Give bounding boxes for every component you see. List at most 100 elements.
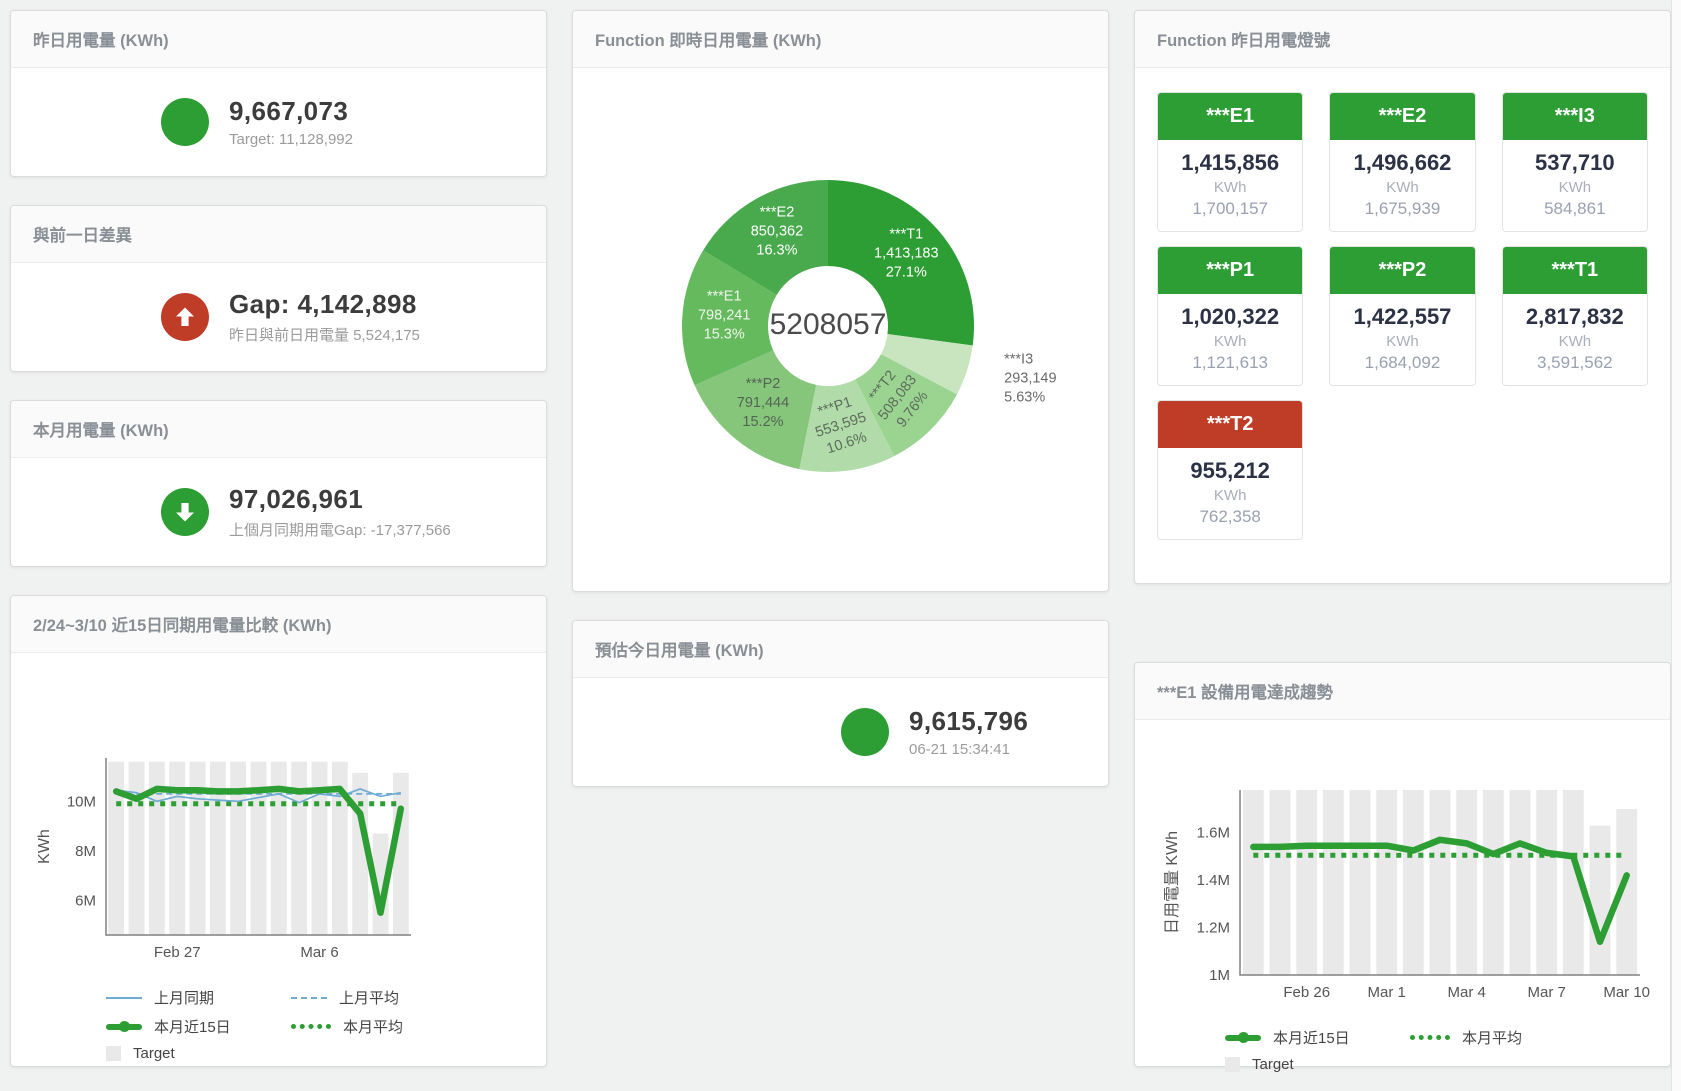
tile-body: 537,710KWh584,861 [1503, 140, 1647, 231]
tile-value: 955,212 [1162, 458, 1298, 484]
y-tick-label: 1M [1209, 967, 1230, 984]
donut-chart[interactable]: ***T11,413,18327.1%***I3293,1495.63%***T… [573, 68, 1108, 592]
legend-marker-thick [1225, 1035, 1261, 1041]
tile-value: 2,817,832 [1507, 304, 1643, 330]
tile-unit: KWh [1334, 333, 1470, 350]
lights-tile-i3: ***I3537,710KWh584,861 [1502, 92, 1648, 232]
panel-header[interactable]: 本月用電量 (KWh) [11, 401, 546, 458]
compare-chart[interactable]: 6M8M10MFeb 27Mar 6KWh [11, 653, 546, 983]
y-tick-label: 1.2M [1197, 920, 1230, 937]
panel-title: 2/24~3/10 近15日同期用電量比較 (KWh) [33, 612, 331, 636]
legend-label: 本月平均 [343, 1016, 403, 1037]
status-circle-green [161, 488, 209, 536]
card-month-usage: 本月用電量 (KWh) 97,026,961 上個月同期用電Gap: -17,3… [10, 400, 547, 567]
stat-row: 9,667,073 Target: 11,128,992 [11, 68, 546, 176]
legend-item[interactable]: 上月平均 [291, 987, 476, 1008]
panel-header[interactable]: Function 昨日用電燈號 [1135, 11, 1670, 68]
legend-label: 上月平均 [339, 987, 399, 1008]
tile-target-value: 1,684,092 [1334, 353, 1470, 373]
legend-label: 上月同期 [154, 987, 214, 1008]
legend-item[interactable]: Target [106, 1045, 291, 1062]
legend-item[interactable]: 本月近15日 [1225, 1027, 1410, 1048]
stat-row: 9,615,796 06-21 15:34:41 [573, 678, 1108, 786]
status-circle-green [841, 708, 889, 756]
tile-unit: KWh [1162, 333, 1298, 350]
tile-body: 1,496,662KWh1,675,939 [1330, 140, 1474, 231]
compare-legend: 上月同期 上月平均本月近15日 本月平均 Target [106, 987, 546, 1062]
tile-target-value: 1,700,157 [1162, 199, 1298, 219]
x-tick-label: Mar 1 [1368, 984, 1406, 1001]
tile-header: ***P1 [1158, 247, 1302, 294]
panel-header[interactable]: 與前一日差異 [11, 206, 546, 263]
panel-header[interactable]: 2/24~3/10 近15日同期用電量比較 (KWh) [11, 596, 546, 653]
stat-value: 97,026,961 [229, 484, 451, 515]
stat-row: 97,026,961 上個月同期用電Gap: -17,377,566 [11, 458, 546, 566]
arrow-up-icon [172, 304, 198, 330]
x-tick-label: Mar 6 [300, 944, 338, 961]
tile-body: 2,817,832 KWh 3,591,562 [1503, 294, 1647, 385]
arrow-down-icon [172, 499, 198, 525]
tile-unit: KWh [1162, 487, 1298, 504]
legend-label: 本月近15日 [1273, 1027, 1350, 1048]
panel-title: Function 即時日用電量 (KWh) [595, 27, 821, 51]
trend-chart[interactable]: 1M1.2M1.4M1.6MFeb 26Mar 1Mar 4Mar 7Mar 1… [1135, 720, 1670, 1025]
tile-target-value: 584,861 [1507, 199, 1643, 219]
x-tick-label: Mar 10 [1603, 984, 1650, 1001]
legend-marker-dashed [291, 997, 327, 999]
y-tick-label: 10M [67, 793, 96, 810]
card-compare-chart: 2/24~3/10 近15日同期用電量比較 (KWh) 6M8M10MFeb 2… [10, 595, 547, 1067]
page-scrollbar[interactable] [1671, 0, 1681, 1091]
stat-value: 9,615,796 [909, 706, 1028, 737]
legend-marker-thin [106, 997, 142, 999]
panel-header[interactable]: 昨日用電量 (KWh) [11, 11, 546, 68]
lights-tile-t2: ***T2955,212KWh762,358 [1157, 400, 1303, 540]
y-tick-label: 6M [75, 892, 96, 909]
legend-item[interactable]: 本月近15日 [106, 1016, 291, 1037]
tile-unit: KWh [1162, 179, 1298, 196]
stat-value: Gap: 4,142,898 [229, 289, 420, 320]
tile-header: ***T1 [1503, 247, 1647, 294]
tile-target-value: 1,675,939 [1334, 199, 1470, 219]
tile-target-value: 1,121,613 [1162, 353, 1298, 373]
legend-marker-square [1225, 1057, 1240, 1072]
legend-label: Target [1252, 1056, 1294, 1073]
lights-tile-e2: ***E21,496,662KWh1,675,939 [1329, 92, 1475, 232]
card-lights-grid: Function 昨日用電燈號 ***E1 1,415,856 KWh 1,700,1… [1134, 10, 1671, 584]
tile-header: ***E2 [1330, 93, 1474, 140]
legend-item[interactable]: 上月同期 [106, 987, 291, 1008]
panel-title: 昨日用電量 (KWh) [33, 27, 169, 51]
status-circle-green [161, 98, 209, 146]
tile-target-value: 3,591,562 [1507, 353, 1643, 373]
legend-marker-thick [106, 1024, 142, 1030]
y-tick-label: 8M [75, 843, 96, 860]
stat-subtext: 上個月同期用電Gap: -17,377,566 [229, 519, 451, 540]
tile-unit: KWh [1507, 333, 1643, 350]
lights-tile-p1: ***P1 1,020,322 KWh 1,121,613 [1157, 246, 1303, 386]
stat-row: Gap: 4,142,898 昨日與前日用電量 5,524,175 [11, 263, 546, 371]
card-today-estimate: 預估今日用電量 (KWh) 9,615,796 06-21 15:34:41 [572, 620, 1109, 787]
tile-value: 1,422,557 [1334, 304, 1470, 330]
panel-header[interactable]: ***E1 設備用電達成趨勢 [1135, 663, 1670, 720]
tile-unit: KWh [1334, 179, 1470, 196]
legend-marker-dotted [1410, 1035, 1450, 1040]
legend-item[interactable]: 本月平均 [1410, 1027, 1595, 1048]
card-yesterday-usage: 昨日用電量 (KWh) 9,667,073 Target: 11,128,992 [10, 10, 547, 177]
panel-title: 本月用電量 (KWh) [33, 417, 169, 441]
legend-label: Target [133, 1045, 175, 1062]
status-circle-red [161, 293, 209, 341]
legend-item[interactable]: Target [1225, 1056, 1410, 1073]
lights-tile-p2: ***P2 1,422,557 KWh 1,684,092 [1329, 246, 1475, 386]
panel-header[interactable]: Function 即時日用電量 (KWh) [573, 11, 1108, 68]
tile-value: 1,020,322 [1162, 304, 1298, 330]
panel-title: Function 昨日用電燈號 [1157, 27, 1330, 51]
legend-label: 本月近15日 [154, 1016, 231, 1037]
tile-header: ***E1 [1158, 93, 1302, 140]
tile-body: 1,020,322 KWh 1,121,613 [1158, 294, 1302, 385]
tile-target-value: 762,358 [1162, 507, 1298, 527]
panel-header[interactable]: 預估今日用電量 (KWh) [573, 621, 1108, 678]
tile-value: 1,415,856 [1162, 150, 1298, 176]
legend-item[interactable]: 本月平均 [291, 1016, 476, 1037]
tile-header: ***P2 [1330, 247, 1474, 294]
panel-title: 與前一日差異 [33, 222, 132, 246]
lights-grid: ***E11,415,856KWh1,700,157***E21,496,662… [1135, 68, 1670, 564]
